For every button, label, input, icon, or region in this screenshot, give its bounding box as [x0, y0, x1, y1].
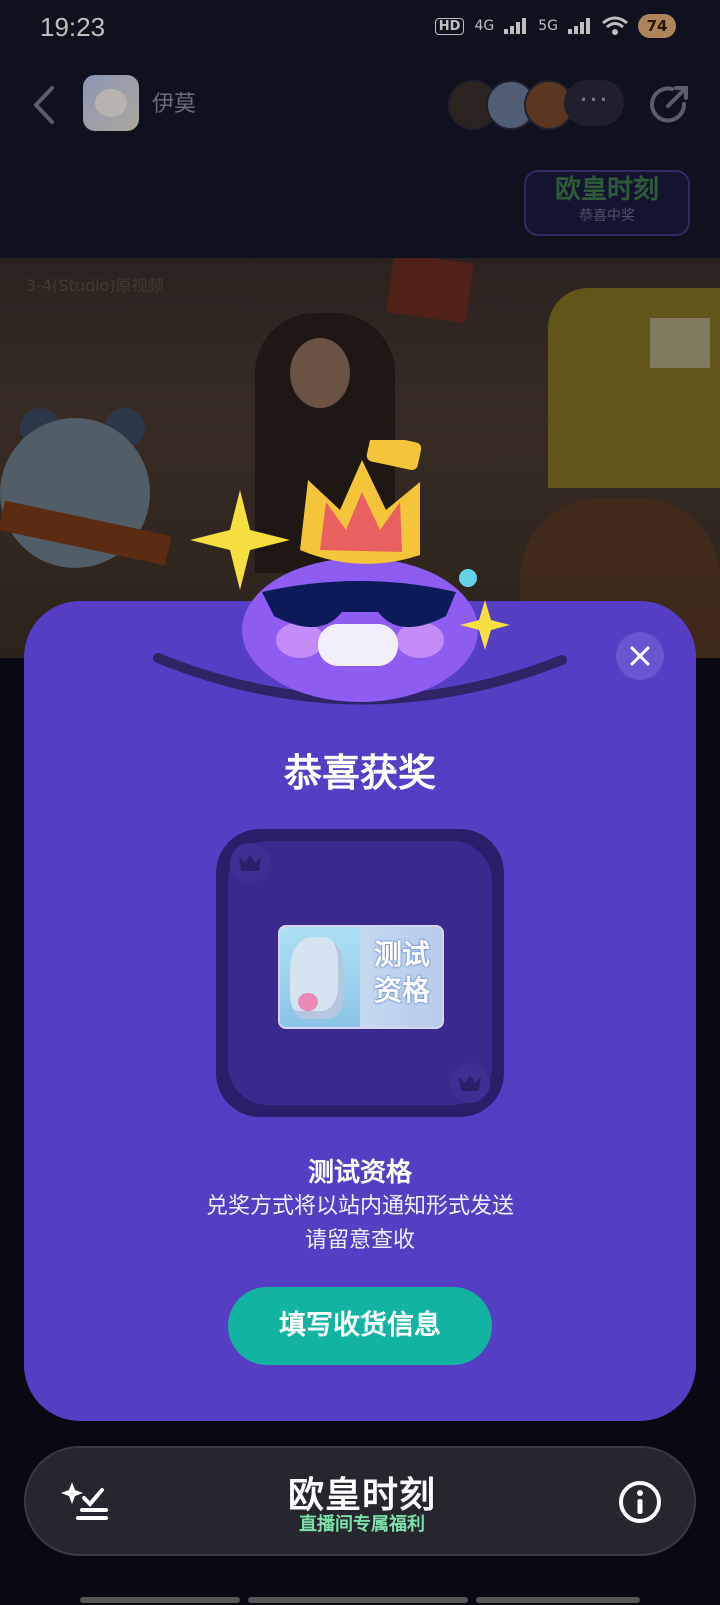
crown-icon [450, 1063, 490, 1103]
redeem-notice-check: 请留意查收 [304, 1228, 415, 1253]
prize-image-text-line: 测试 [373, 938, 430, 971]
prize-bear-figure [290, 937, 344, 1019]
mascot-illustration [153, 440, 567, 705]
prize-image-text: 测试 资格 [362, 937, 442, 1009]
prize-image-photo [280, 927, 360, 1027]
crown-icon [230, 843, 270, 883]
nav-indicator [248, 1597, 468, 1603]
prize-name: 测试资格 [307, 1158, 412, 1188]
close-button[interactable] [616, 632, 664, 680]
modal-title: 恭喜获奖 [283, 751, 436, 795]
close-icon [630, 646, 650, 666]
brand-subtitle: 直播间专属福利 [299, 1514, 425, 1535]
prize-image-text-line: 资格 [373, 974, 430, 1007]
nav-indicator [80, 1597, 240, 1603]
event-bottom-bar[interactable]: 欧皇时刻 直播间专属福利 [24, 1446, 696, 1556]
prize-image: 测试 资格 [278, 925, 444, 1029]
info-icon[interactable] [618, 1480, 662, 1524]
fill-shipping-info-button[interactable]: 填写收货信息 [228, 1287, 492, 1365]
redeem-notice: 兑奖方式将以站内通知形式发送 [205, 1194, 514, 1219]
nav-indicator [476, 1597, 640, 1603]
